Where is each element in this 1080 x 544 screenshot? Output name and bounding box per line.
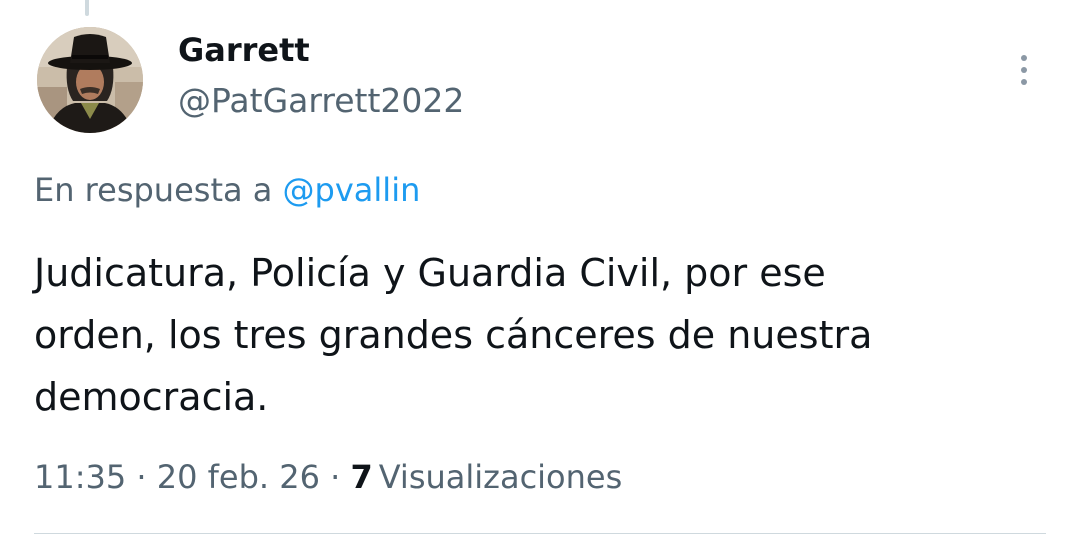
author-handle[interactable]: @PatGarrett2022: [178, 80, 464, 122]
reply-mention-link[interactable]: @pvallin: [283, 171, 421, 209]
tweet-meta: 11:35 · 20 feb. 26 · 7 Visualizaciones: [34, 455, 622, 499]
meta-separator: ·: [136, 458, 147, 496]
avatar[interactable]: [37, 27, 143, 133]
views-count: 7: [350, 458, 373, 496]
thread-connector-line: [85, 0, 89, 16]
more-options-button[interactable]: [1010, 50, 1038, 90]
reply-context: En respuesta a @pvallin: [34, 169, 420, 211]
author-display-name[interactable]: Garrett: [178, 30, 310, 70]
reply-prefix: En respuesta a: [34, 171, 273, 209]
views-label: Visualizaciones: [378, 458, 623, 496]
avatar-image: [37, 27, 143, 133]
tweet: Garrett @PatGarrett2022 En respuesta a @…: [0, 0, 1080, 544]
tweet-time[interactable]: 11:35: [34, 458, 126, 496]
more-vertical-icon: [1021, 55, 1027, 85]
meta-separator: ·: [330, 458, 341, 496]
tweet-text: Judicatura, Policía y Guardia Civil, por…: [34, 251, 873, 419]
tweet-date[interactable]: 20 feb. 26: [157, 458, 320, 496]
divider: [34, 533, 1046, 534]
